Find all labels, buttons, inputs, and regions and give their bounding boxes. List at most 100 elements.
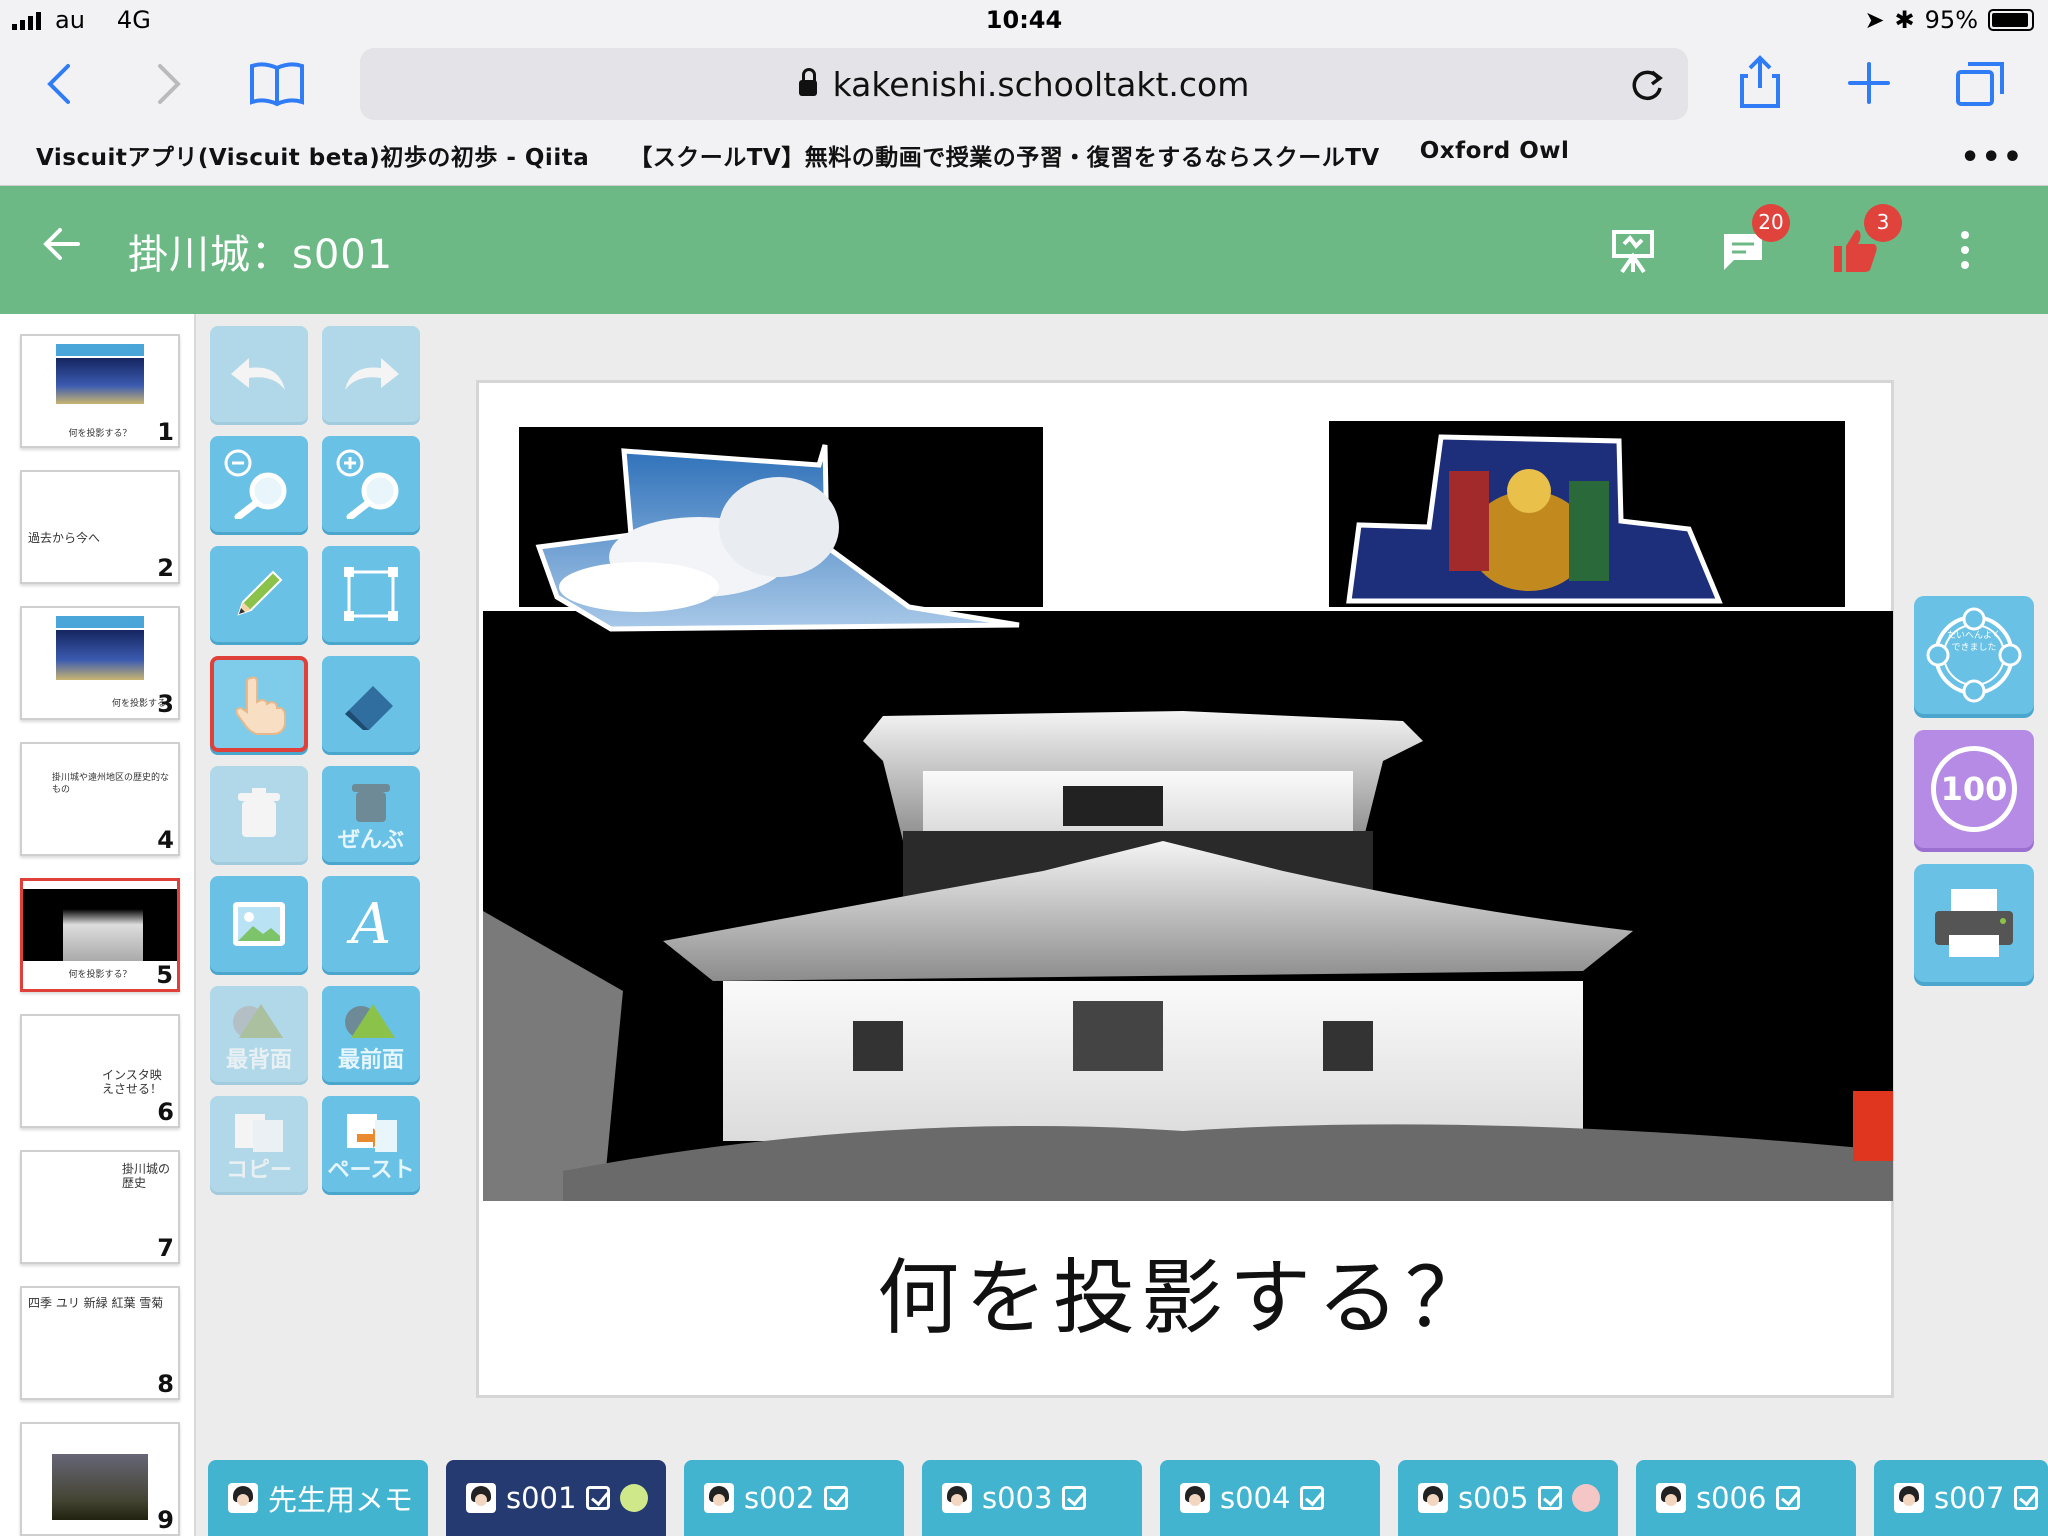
slide-thumbnail[interactable]: 四季 ユリ 新緑 紅葉 雪菊 8 (20, 1286, 180, 1400)
tab-label: 先生用メモ (268, 1483, 414, 1517)
zoom-in-button[interactable] (322, 436, 420, 532)
tab-teacher-memo[interactable]: 先生用メモ (208, 1460, 428, 1536)
slide-thumbnail[interactable]: 9 (20, 1422, 180, 1536)
slide-thumbnail[interactable]: 掛川城や遠州地区の歴史的なもの 4 (20, 742, 180, 856)
new-tab-icon[interactable] (1846, 60, 1892, 106)
tab-s003[interactable]: s003 (922, 1460, 1142, 1536)
battery-percent: 95% (1924, 6, 1978, 34)
score-value: 100 (1940, 770, 2008, 808)
thumbnail-caption: 過去から今へ (28, 531, 101, 545)
zoom-out-button[interactable] (210, 436, 308, 532)
more-bookmarks-icon[interactable]: ••• (1960, 140, 2024, 175)
emoji-icon (620, 1484, 649, 1512)
thumbnail-caption: 何を投影する？ (68, 429, 132, 439)
stained-glass-image (1346, 434, 1723, 604)
slide-thumbnail[interactable]: インスタ映えさせる！ 6 (20, 1014, 180, 1128)
checkbox-icon (1300, 1486, 1325, 1510)
flower-stamp-icon (1926, 607, 2022, 703)
send-to-back-label: 最背面 (225, 1048, 292, 1073)
slide-thumbnail[interactable]: 掛川城の歴史 7 (20, 1150, 180, 1264)
zoom-in-icon (336, 449, 399, 519)
tab-s002[interactable]: s002 (684, 1460, 904, 1536)
thumbnail-banner (56, 344, 144, 356)
bring-to-front-label: 最前面 (337, 1048, 404, 1073)
insert-image-button[interactable] (210, 876, 308, 972)
thumbnail-number: 4 (157, 826, 174, 854)
paste-button[interactable]: ペースト (322, 1096, 420, 1192)
send-to-back-button[interactable]: 最背面 (210, 986, 308, 1082)
slide-thumbnail-selected[interactable]: 何を投影する？ 5 (20, 878, 180, 992)
bookmarks-icon[interactable] (248, 60, 306, 108)
location-icon: ➤ (1864, 6, 1885, 34)
url-text: kakenishi.schooltakt.com (832, 64, 1250, 104)
stained-glass-image-frame[interactable] (1329, 421, 1845, 607)
selection-box-icon (344, 567, 398, 621)
tab-label: s007 (1934, 1481, 2005, 1515)
tab-label: s003 (982, 1481, 1053, 1515)
forward-icon[interactable] (154, 62, 184, 106)
presentation-icon[interactable] (1610, 228, 1656, 274)
thumbnail-caption: インスタ映えさせる！ (102, 1068, 163, 1096)
tabs-icon[interactable] (1954, 60, 2006, 108)
reload-icon[interactable] (1628, 66, 1666, 104)
tab-s007[interactable]: s007 (1874, 1460, 2048, 1536)
bookmark-link[interactable]: Viscuitアプリ(Viscuit beta)初歩の初歩 - Qiita (36, 138, 589, 172)
comment-count-badge: 20 (1752, 204, 1790, 242)
tab-s004[interactable]: s004 (1160, 1460, 1380, 1536)
tab-s001[interactable]: s001 (446, 1460, 666, 1536)
paste-icon (347, 1114, 397, 1152)
checkbox-icon (824, 1486, 849, 1510)
bring-to-front-button[interactable]: 最前面 (322, 986, 420, 1082)
back-arrow-icon[interactable] (42, 224, 82, 264)
castle-photo[interactable] (483, 611, 1893, 1201)
layer-back-icon (233, 1004, 283, 1038)
tab-s006[interactable]: s006 (1636, 1460, 1856, 1536)
emoji-icon (1572, 1484, 1601, 1512)
delete-button[interactable] (210, 766, 308, 862)
bookmark-link[interactable]: Oxford Owl (1420, 138, 1570, 172)
student-avatar-icon (704, 1483, 734, 1513)
hand-tool-button[interactable] (210, 656, 308, 752)
thumbnail-number: 7 (157, 1234, 174, 1262)
tab-label: s006 (1696, 1481, 1767, 1515)
pencil-icon (237, 570, 283, 616)
pen-button[interactable] (210, 546, 308, 642)
delete-all-button[interactable]: ぜんぶ (322, 766, 420, 862)
bookmark-link[interactable]: 【スクールTV】無料の動画で授業の予習・復習をするならスクールTV (629, 138, 1379, 172)
redo-button[interactable] (322, 326, 420, 422)
cloud-image-frame[interactable] (519, 427, 1043, 632)
thumbnail-number: 2 (157, 554, 174, 582)
slide-title-text[interactable]: 何を投影する？ (479, 1231, 1891, 1350)
cloud-image (535, 444, 1020, 632)
score-button[interactable]: 100 (1914, 730, 2034, 848)
share-icon[interactable] (1738, 54, 1782, 110)
checkbox-icon (586, 1486, 611, 1510)
delete-all-label: ぜんぶ (337, 828, 404, 853)
clock: 10:44 (985, 6, 1063, 34)
stamp-button[interactable]: たいへんよくできました (1914, 596, 2034, 714)
address-bar[interactable]: kakenishi.schooltakt.com (360, 48, 1688, 120)
more-menu-icon[interactable] (1960, 230, 1970, 270)
eraser-button[interactable] (322, 656, 420, 752)
slide-thumbnail[interactable]: 何を投影する 3 (20, 606, 180, 720)
thumbnail-number: 3 (157, 690, 174, 718)
thumbnail-image (56, 358, 144, 404)
thumbnail-number: 8 (157, 1370, 174, 1398)
slide-canvas[interactable]: 何を投影する？ (476, 380, 1894, 1398)
undo-button[interactable] (210, 326, 308, 422)
back-icon[interactable] (44, 62, 74, 106)
tab-label: s002 (744, 1481, 815, 1515)
zoom-out-icon (224, 449, 287, 519)
tab-s005[interactable]: s005 (1398, 1460, 1618, 1536)
insert-text-button[interactable]: A (322, 876, 420, 972)
favorites-bar: Viscuitアプリ(Viscuit beta)初歩の初歩 - Qiita 【ス… (36, 138, 1569, 172)
copy-button[interactable]: コピー (210, 1096, 308, 1192)
thumbnail-banner (56, 616, 144, 628)
thumbnail-number: 9 (157, 1506, 174, 1534)
print-button[interactable] (1914, 864, 2034, 982)
select-button[interactable] (322, 546, 420, 642)
slide-thumbnail[interactable]: 何を投影する？ 1 (20, 334, 180, 448)
student-avatar-icon (942, 1483, 972, 1513)
trash-icon (352, 784, 390, 822)
slide-thumbnail[interactable]: 過去から今へ 2 (20, 470, 180, 584)
